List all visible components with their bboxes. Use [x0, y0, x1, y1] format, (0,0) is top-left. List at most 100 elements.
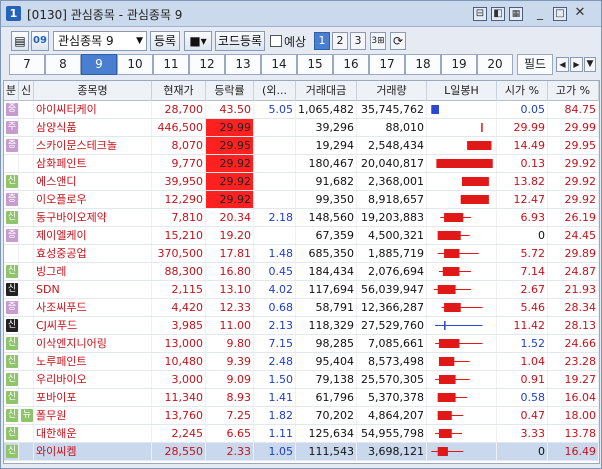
tab-15[interactable]: 15 [297, 54, 333, 75]
group-icon[interactable]: 09 [31, 31, 49, 51]
stock-name[interactable]: 제이엘케이 [34, 227, 152, 244]
grid-icon[interactable]: ▤ [11, 31, 29, 51]
stock-name[interactable]: 동구바이오제약 [34, 209, 152, 226]
col-division-header[interactable]: 분 [4, 81, 19, 101]
daily-candle [427, 101, 497, 118]
tab-12[interactable]: 12 [189, 54, 225, 75]
refresh-icon[interactable]: ⟳ [390, 32, 406, 50]
tab-19[interactable]: 19 [441, 54, 477, 75]
tab-17[interactable]: 17 [369, 54, 405, 75]
code-register-button[interactable]: 코드등록 [215, 31, 265, 51]
col-daily-candle-header[interactable]: L일봉H [427, 81, 497, 101]
tab-10[interactable]: 10 [117, 54, 153, 75]
table-row[interactable]: 신 SDN 2,115 13.10 4.02 117,694 56,039,947 2.67 2… [4, 281, 599, 299]
table-row[interactable]: 효성중공업 370,500 17.81 1.48 685,350 1,885,719 5.7… [4, 245, 599, 263]
stock-name[interactable]: 와이씨켐 [34, 443, 152, 460]
table-row[interactable]: 신 CJ씨푸드 3,985 11.00 2.13 118,329 27,529,760 11.… [4, 317, 599, 335]
table-row[interactable]: 주 삼양식품 446,500 29.99 39,296 88,010 29.99 29.99 [4, 119, 599, 137]
stock-name[interactable]: 우리바이오 [34, 371, 152, 388]
table-row[interactable]: 중 아이씨티케이 28,700 43.50 5.05 1,065,482 35,745,76… [4, 101, 599, 119]
foreign-ratio: 1.48 [254, 245, 296, 262]
current-price: 2,245 [152, 425, 206, 442]
table-row[interactable]: 신 이삭엔지니어링 13,000 9.80 7.15 98,285 7,085,661 1.5… [4, 335, 599, 353]
link-icon[interactable]: ⊟ [473, 7, 487, 21]
candle-chart [435, 375, 470, 384]
maximize-icon[interactable]: □ [553, 7, 567, 21]
stock-name[interactable]: 에스앤디 [34, 173, 152, 190]
table-row[interactable]: 삼화페인트 9,770 29.92 180,467 20,040,817 0.13 29.9… [4, 155, 599, 173]
tab-dropdown-icon[interactable]: ▼ [584, 57, 596, 72]
minimize-icon[interactable]: _ [533, 7, 547, 21]
stock-name[interactable]: SDN [34, 281, 152, 298]
stock-name[interactable]: 삼화페인트 [34, 155, 152, 172]
table-row[interactable]: 증 사조씨푸드 4,420 12.33 0.68 58,791 12,366,287 5.46… [4, 299, 599, 317]
col-foreign-header[interactable]: (외... [254, 81, 296, 101]
tab-13[interactable]: 13 [225, 54, 261, 75]
col-high-pct-header[interactable]: 고가 % [548, 81, 599, 101]
stock-name[interactable]: 아이씨티케이 [34, 101, 152, 118]
stock-name[interactable]: 삼양식품 [34, 119, 152, 136]
split-view-icon[interactable]: 3⊞ [370, 32, 386, 50]
col-volume-header[interactable]: 거래량 [357, 81, 427, 101]
credit-cell [19, 155, 34, 172]
stock-name[interactable]: 폴무원 [34, 407, 152, 424]
tab-scroll-left-icon[interactable]: ◀ [556, 57, 569, 72]
register-button[interactable]: 등록 [150, 31, 180, 51]
stock-name[interactable]: 이오플로우 [34, 191, 152, 208]
market-badge: 신 [6, 283, 18, 296]
table-row[interactable]: 신 포바이포 11,340 8.93 1.41 61,796 5,370,378 0.58 16… [4, 389, 599, 407]
tab-7[interactable]: 7 [9, 54, 45, 75]
stock-name[interactable]: 대한해운 [34, 425, 152, 442]
tab-11[interactable]: 11 [153, 54, 189, 75]
stock-name[interactable]: 이삭엔지니어링 [34, 335, 152, 352]
tab-scroll-right-icon[interactable]: ▶ [570, 57, 583, 72]
col-open-pct-header[interactable]: 시가 % [497, 81, 548, 101]
field-button[interactable]: 필드 [517, 54, 553, 75]
table-row[interactable]: 신 빙그레 88,300 16.80 0.45 184,434 2,076,694 7.14 2… [4, 263, 599, 281]
stock-name[interactable]: CJ씨푸드 [34, 317, 152, 334]
tab-9[interactable]: 9 [81, 54, 117, 75]
table-row[interactable]: 신 에스앤디 39,950 29.92 91,682 2,368,001 13.82 29.9… [4, 173, 599, 191]
table-row[interactable]: 증 제이엘케이 15,210 19.20 67,359 4,500,321 0 24.45 [4, 227, 599, 245]
tab-20[interactable]: 20 [477, 54, 513, 75]
tab-14[interactable]: 14 [261, 54, 297, 75]
table-row[interactable]: 신 동구바이오제약 7,810 20.34 2.18 148,560 19,203,883 6… [4, 209, 599, 227]
table-row[interactable]: 신 노루페인트 10,480 9.39 2.48 95,404 8,573,498 1.04 2… [4, 353, 599, 371]
square-menu-button[interactable]: ■▾ [184, 31, 212, 51]
foreign-ratio: 2.48 [254, 353, 296, 370]
stock-name[interactable]: 빙그레 [34, 263, 152, 280]
preview-checkbox[interactable] [270, 35, 282, 47]
watchlist-select[interactable]: 관심종목 9 ▼ [53, 31, 147, 51]
col-name-header[interactable]: 종목명 [34, 81, 152, 101]
tile-icon[interactable]: ▦ [509, 7, 523, 21]
stock-name[interactable]: 노루페인트 [34, 353, 152, 370]
tab-8[interactable]: 8 [45, 54, 81, 75]
page-button-1[interactable]: 1 [314, 32, 330, 50]
foreign-ratio: 4.02 [254, 281, 296, 298]
stock-name[interactable]: 효성중공업 [34, 245, 152, 262]
page-button-3[interactable]: 3 [350, 32, 366, 50]
close-icon[interactable]: ✕ [573, 6, 587, 21]
table-row[interactable]: 증 스카이문스테크놀 8,070 29.95 19,294 2,548,434 14.49 2… [4, 137, 599, 155]
table-row[interactable]: 신 우리바이오 3,000 9.09 1.50 79,138 25,570,305 0.91 1… [4, 371, 599, 389]
stock-name[interactable]: 사조씨푸드 [34, 299, 152, 316]
trade-volume: 5,370,378 [357, 389, 427, 406]
col-change-rate-header[interactable]: 등락률 [206, 81, 254, 101]
table-row[interactable]: 신 와이씨켐 28,550 2.33 1.05 111,543 3,698,121 0 16.4… [4, 443, 599, 461]
col-price-header[interactable]: 현재가 [152, 81, 206, 101]
stock-name[interactable]: 스카이문스테크놀 [34, 137, 152, 154]
page-button-2[interactable]: 2 [332, 32, 348, 50]
high-pct: 13.78 [548, 425, 599, 442]
daily-candle [427, 281, 497, 298]
high-pct: 26.19 [548, 209, 599, 226]
stock-name[interactable]: 포바이포 [34, 389, 152, 406]
table-row[interactable]: 신 대한해운 2,245 6.65 1.11 125,634 54,955,798 3.33 1… [4, 425, 599, 443]
col-credit-header[interactable]: 신 [19, 81, 34, 101]
table-row[interactable]: 증 이오플로우 12,290 29.92 99,350 8,918,657 12.47 29.… [4, 191, 599, 209]
col-trade-amount-header[interactable]: 거래대금 [296, 81, 357, 101]
tab-16[interactable]: 16 [333, 54, 369, 75]
table-row[interactable]: 신 뉴 폴무원 13,760 7.25 1.82 70,202 4,864,207 0.47 18… [4, 407, 599, 425]
window-number-badge: 1 [6, 6, 21, 21]
tab-18[interactable]: 18 [405, 54, 441, 75]
copy-icon[interactable]: ◧ [491, 7, 505, 21]
